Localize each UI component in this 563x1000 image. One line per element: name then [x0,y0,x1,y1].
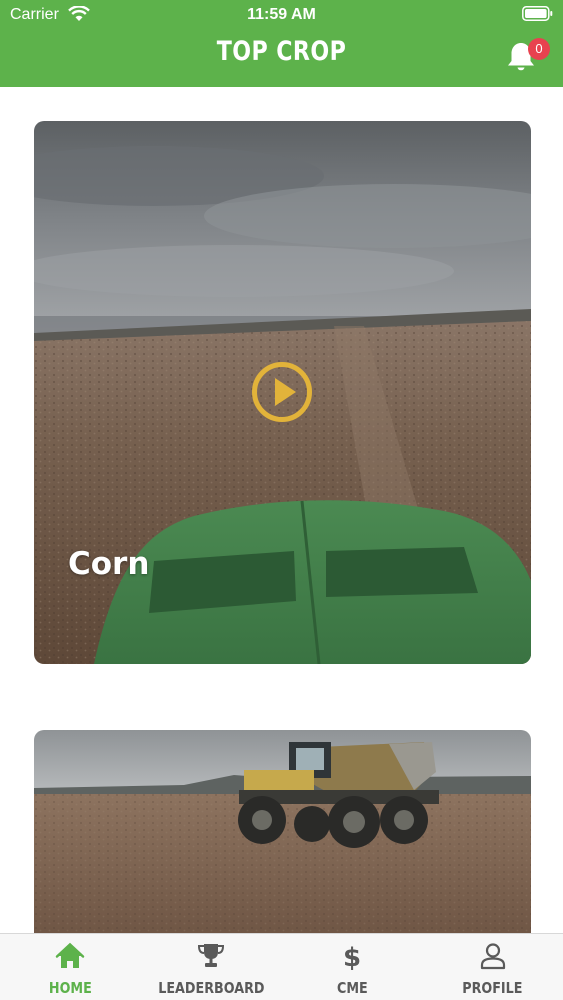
video-feed[interactable]: Corn [0,87,563,933]
dollar-icon: $ [343,943,361,970]
app-title: TOP CROP [216,36,347,67]
play-icon[interactable] [251,361,313,423]
tab-bar: HOME LEADERBOARD $ CME PROFILE [0,933,563,1000]
svg-text:$: $ [343,943,361,970]
battery-icon [522,6,553,21]
app-header: Carrier 11:59 AM TOP CROP 0 [0,0,563,87]
person-icon [480,943,505,970]
video-card[interactable] [34,730,531,933]
tab-leaderboard[interactable]: LEADERBOARD [141,934,282,1000]
tab-leaderboard-label: LEADERBOARD [157,979,265,997]
video-card-corn[interactable]: Corn [34,121,531,664]
card-label: Corn [68,546,150,582]
tab-home[interactable]: HOME [0,934,141,1000]
tab-profile[interactable]: PROFILE [422,934,563,1000]
status-bar: Carrier 11:59 AM [0,0,563,30]
notification-badge[interactable]: 0 [528,38,550,60]
sprayer-video-thumbnail [34,730,531,933]
clock: 11:59 AM [247,6,316,23]
tab-cme-label: CME [336,979,368,997]
tab-profile-label: PROFILE [462,979,523,997]
home-icon [56,942,85,968]
tab-home-label: HOME [48,979,92,997]
trophy-icon [198,944,225,967]
tab-cme[interactable]: $ CME [282,934,423,1000]
